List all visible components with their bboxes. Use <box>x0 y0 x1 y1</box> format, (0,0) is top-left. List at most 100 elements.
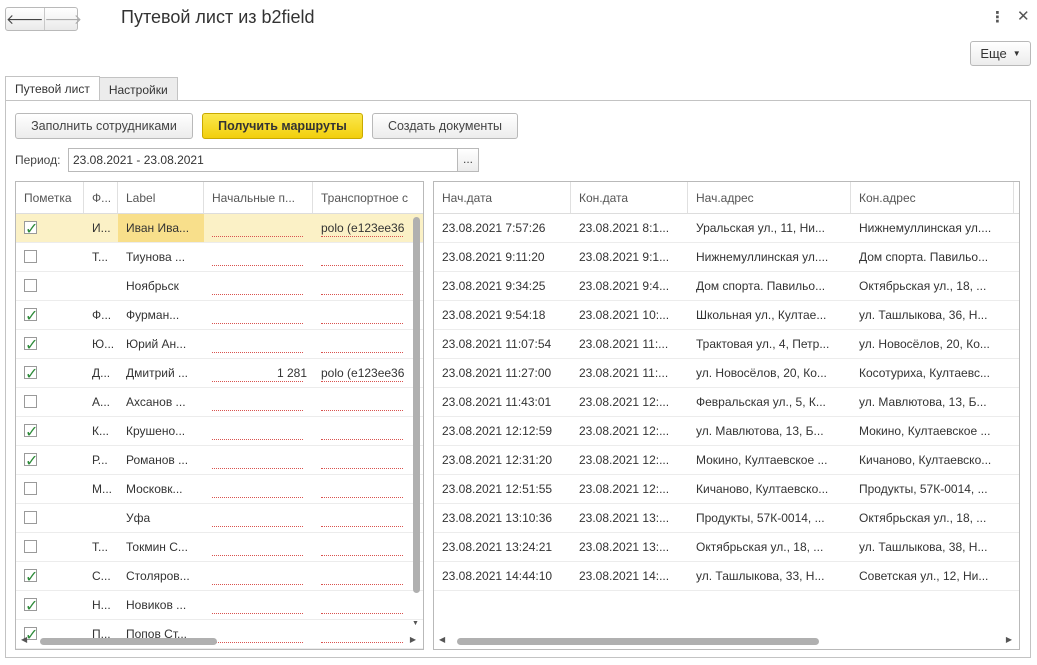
f-cell[interactable]: К... <box>84 417 118 445</box>
end-date-cell[interactable]: 23.08.2021 8:1... <box>571 214 688 242</box>
f-cell[interactable]: Т... <box>84 533 118 561</box>
table-row[interactable]: 23.08.2021 9:11:20 23.08.2021 9:1... Нижне… <box>434 243 1019 272</box>
table-row[interactable]: Ю...Юрий Ан... <box>16 330 423 359</box>
column-header-transport[interactable]: Транспортное с <box>313 182 413 213</box>
table-row[interactable]: Р...Романов ... <box>16 446 423 475</box>
mark-checkbox[interactable] <box>24 593 38 619</box>
initial-cell[interactable] <box>204 562 313 590</box>
label-cell[interactable]: Дмитрий ... <box>118 359 204 387</box>
transport-cell[interactable] <box>313 301 413 329</box>
f-cell[interactable]: С... <box>84 562 118 590</box>
mark-checkbox[interactable] <box>24 511 37 525</box>
end-address-cell[interactable]: Мокино, Култаевское ... <box>851 417 1014 445</box>
transport-cell[interactable] <box>313 591 413 619</box>
start-date-cell[interactable]: 23.08.2021 11:07:54 <box>434 330 571 358</box>
table-row[interactable]: 23.08.2021 13:24:21 23.08.2021 13:... Октя… <box>434 533 1019 562</box>
label-cell[interactable]: Крушено... <box>118 417 204 445</box>
label-cell[interactable]: Романов ... <box>118 446 204 474</box>
initial-cell[interactable] <box>204 446 313 474</box>
transport-cell[interactable] <box>313 330 413 358</box>
label-cell[interactable]: Столяров... <box>118 562 204 590</box>
initial-cell[interactable] <box>204 533 313 561</box>
start-address-cell[interactable]: Дом спорта. Павильо... <box>688 272 851 300</box>
column-header-start-date[interactable]: Нач.дата <box>434 182 571 213</box>
start-address-cell[interactable]: Кичаново, Култаевско... <box>688 475 851 503</box>
table-row[interactable]: 23.08.2021 11:43:01 23.08.2021 12:... Февр… <box>434 388 1019 417</box>
period-select-button[interactable]: ... <box>457 148 479 172</box>
mark-checkbox[interactable] <box>24 361 38 387</box>
scroll-left-icon[interactable]: ◀ <box>21 635 27 644</box>
start-date-cell[interactable]: 23.08.2021 9:11:20 <box>434 243 571 271</box>
table-row[interactable]: Уфа <box>16 504 423 533</box>
initial-cell[interactable] <box>204 301 313 329</box>
table-row[interactable]: 23.08.2021 12:12:59 23.08.2021 12:... ул. … <box>434 417 1019 446</box>
mark-checkbox[interactable] <box>24 395 37 409</box>
f-cell[interactable]: Д... <box>84 359 118 387</box>
label-cell[interactable]: Ноябрьск <box>118 272 204 300</box>
mark-checkbox[interactable] <box>24 482 37 496</box>
transport-cell[interactable] <box>313 562 413 590</box>
end-date-cell[interactable]: 23.08.2021 10:... <box>571 301 688 329</box>
horizontal-scrollbar[interactable]: ◀ ▶ <box>19 635 420 646</box>
table-row[interactable]: Т... Тиунова ... <box>16 243 423 272</box>
start-date-cell[interactable]: 23.08.2021 12:51:55 <box>434 475 571 503</box>
table-row[interactable]: 23.08.2021 12:31:20 23.08.2021 12:... Моки… <box>434 446 1019 475</box>
f-cell[interactable] <box>84 504 118 532</box>
label-cell[interactable]: Иван Ива... <box>118 214 204 242</box>
label-cell[interactable]: Ахсанов ... <box>118 388 204 416</box>
end-address-cell[interactable]: ул. Ташлыкова, 38, Н... <box>851 533 1014 561</box>
transport-cell[interactable] <box>313 446 413 474</box>
initial-cell[interactable] <box>204 214 313 242</box>
more-button[interactable]: Еще ▼ <box>970 41 1031 66</box>
end-address-cell[interactable]: Дом спорта. Павильо... <box>851 243 1014 271</box>
initial-cell[interactable] <box>204 388 313 416</box>
end-address-cell[interactable]: Продукты, 57К-0014, ... <box>851 475 1014 503</box>
start-date-cell[interactable]: 23.08.2021 9:54:18 <box>434 301 571 329</box>
mark-checkbox[interactable] <box>24 448 38 474</box>
table-row[interactable]: А... Ахсанов ... <box>16 388 423 417</box>
initial-cell[interactable] <box>204 417 313 445</box>
transport-cell[interactable] <box>313 417 413 445</box>
table-row[interactable]: К...Крушено... <box>16 417 423 446</box>
label-cell[interactable]: Токмин С... <box>118 533 204 561</box>
period-input[interactable]: 23.08.2021 - 23.08.2021 <box>68 148 458 172</box>
horizontal-scrollbar[interactable]: ◀ ▶ <box>437 635 1016 646</box>
column-header-end-address[interactable]: Кон.адрес <box>851 182 1014 213</box>
table-row[interactable]: 23.08.2021 9:34:25 23.08.2021 9:4... Дом с… <box>434 272 1019 301</box>
table-row[interactable]: 23.08.2021 11:27:00 23.08.2021 11:... ул. … <box>434 359 1019 388</box>
end-address-cell[interactable]: ул. Мавлютова, 13, Б... <box>851 388 1014 416</box>
start-date-cell[interactable]: 23.08.2021 7:57:26 <box>434 214 571 242</box>
start-address-cell[interactable]: Февральская ул., 5, К... <box>688 388 851 416</box>
transport-cell[interactable]: polo (e123ee36 <box>313 214 413 242</box>
table-row[interactable]: Ф...Фурман... <box>16 301 423 330</box>
table-row[interactable]: М... Московк... <box>16 475 423 504</box>
end-date-cell[interactable]: 23.08.2021 12:... <box>571 446 688 474</box>
f-cell[interactable]: Н... <box>84 591 118 619</box>
end-address-cell[interactable]: Нижнемуллинская ул.... <box>851 214 1014 242</box>
initial-cell[interactable] <box>204 272 313 300</box>
start-date-cell[interactable]: 23.08.2021 11:43:01 <box>434 388 571 416</box>
end-date-cell[interactable]: 23.08.2021 13:... <box>571 533 688 561</box>
start-date-cell[interactable]: 23.08.2021 12:31:20 <box>434 446 571 474</box>
end-date-cell[interactable]: 23.08.2021 11:... <box>571 330 688 358</box>
scrollbar-thumb[interactable] <box>40 638 217 645</box>
start-date-cell[interactable]: 23.08.2021 13:10:36 <box>434 504 571 532</box>
end-address-cell[interactable]: Кичаново, Култаевско... <box>851 446 1014 474</box>
get-routes-button[interactable]: Получить маршруты <box>202 113 363 139</box>
label-cell[interactable]: Тиунова ... <box>118 243 204 271</box>
f-cell[interactable]: А... <box>84 388 118 416</box>
initial-cell[interactable] <box>204 330 313 358</box>
table-row[interactable]: 23.08.2021 9:54:18 23.08.2021 10:... Школь… <box>434 301 1019 330</box>
transport-cell[interactable] <box>313 504 413 532</box>
f-cell[interactable]: Ф... <box>84 301 118 329</box>
initial-cell[interactable] <box>204 504 313 532</box>
start-address-cell[interactable]: Школьная ул., Култае... <box>688 301 851 329</box>
fill-employees-button[interactable]: Заполнить сотрудниками <box>15 113 193 139</box>
start-date-cell[interactable]: 23.08.2021 14:44:10 <box>434 562 571 590</box>
table-row[interactable]: Н...Новиков ... <box>16 591 423 620</box>
label-cell[interactable]: Юрий Ан... <box>118 330 204 358</box>
arrow-left-icon[interactable]: 🡐 <box>6 8 44 30</box>
scrollbar-thumb[interactable] <box>413 217 420 593</box>
column-header-end-date[interactable]: Кон.дата <box>571 182 688 213</box>
mark-checkbox[interactable] <box>24 564 38 590</box>
